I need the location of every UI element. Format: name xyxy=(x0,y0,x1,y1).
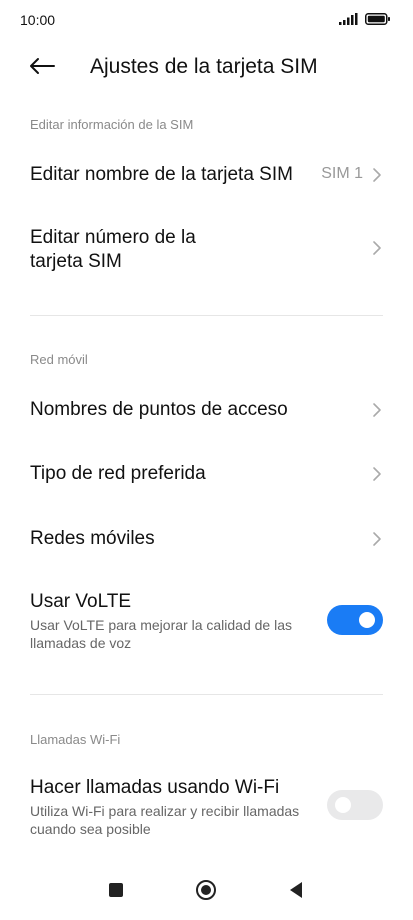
wifi-calling-subtitle: Utiliza Wi-Fi para realizar y recibir ll… xyxy=(30,803,300,837)
divider xyxy=(30,694,383,695)
wifi-calling-item: Hacer llamadas usando Wi-Fi Utiliza Wi-F… xyxy=(0,774,413,844)
status-bar: 10:00 xyxy=(0,0,413,40)
section-label-sim-info: Editar información de la SIM xyxy=(30,117,194,132)
edit-sim-number-item[interactable]: Editar número de la tarjeta SIM xyxy=(0,220,413,280)
section-label-wifi-calls: Llamadas Wi-Fi xyxy=(30,732,121,747)
wifi-calling-title: Hacer llamadas usando Wi-Fi xyxy=(30,777,280,798)
apn-item[interactable]: Nombres de puntos de acceso xyxy=(0,385,413,435)
edit-sim-name-item[interactable]: Editar nombre de la tarjeta SIM SIM 1 xyxy=(0,150,413,200)
status-time: 10:00 xyxy=(20,12,56,28)
signal-icon xyxy=(339,12,359,30)
navigation-bar xyxy=(0,864,413,920)
toggle-knob xyxy=(335,797,351,813)
section-label-mobile-network: Red móvil xyxy=(30,352,88,367)
mobile-networks-title: Redes móviles xyxy=(30,528,155,549)
chevron-right-icon xyxy=(371,167,383,183)
chevron-right-icon xyxy=(371,240,383,256)
preferred-network-title: Tipo de red preferida xyxy=(30,463,206,484)
back-button[interactable] xyxy=(26,52,58,84)
chevron-right-icon xyxy=(371,466,383,482)
home-button[interactable] xyxy=(192,878,220,906)
mobile-networks-item[interactable]: Redes móviles xyxy=(0,514,413,564)
home-circle-icon xyxy=(195,879,217,906)
volte-item: Usar VoLTE Usar VoLTE para mejorar la ca… xyxy=(0,588,413,658)
back-arrow-icon xyxy=(29,57,55,80)
apn-title: Nombres de puntos de acceso xyxy=(30,399,288,420)
chevron-right-icon xyxy=(371,402,383,418)
recents-button[interactable] xyxy=(102,878,130,906)
volte-subtitle: Usar VoLTE para mejorar la calidad de la… xyxy=(30,617,292,651)
preferred-network-item[interactable]: Tipo de red preferida xyxy=(0,449,413,499)
status-icons xyxy=(339,12,391,30)
chevron-right-icon xyxy=(371,531,383,547)
battery-icon xyxy=(365,12,391,30)
volte-toggle[interactable] xyxy=(327,605,383,635)
page-title: Ajustes de la tarjeta SIM xyxy=(90,55,318,78)
volte-title: Usar VoLTE xyxy=(30,591,132,612)
toggle-knob xyxy=(359,612,375,628)
edit-sim-number-title-line1: Editar número de la xyxy=(30,227,196,248)
square-icon xyxy=(108,882,124,903)
nav-back-button[interactable] xyxy=(282,878,310,906)
edit-sim-name-title: Editar nombre de la tarjeta SIM xyxy=(30,164,293,185)
sim-name-value: SIM 1 xyxy=(321,165,363,182)
divider xyxy=(30,315,383,316)
header: Ajustes de la tarjeta SIM xyxy=(0,44,413,92)
edit-sim-number-title-line2: tarjeta SIM xyxy=(30,251,122,272)
wifi-calling-toggle[interactable] xyxy=(327,790,383,820)
back-triangle-icon xyxy=(288,881,304,904)
